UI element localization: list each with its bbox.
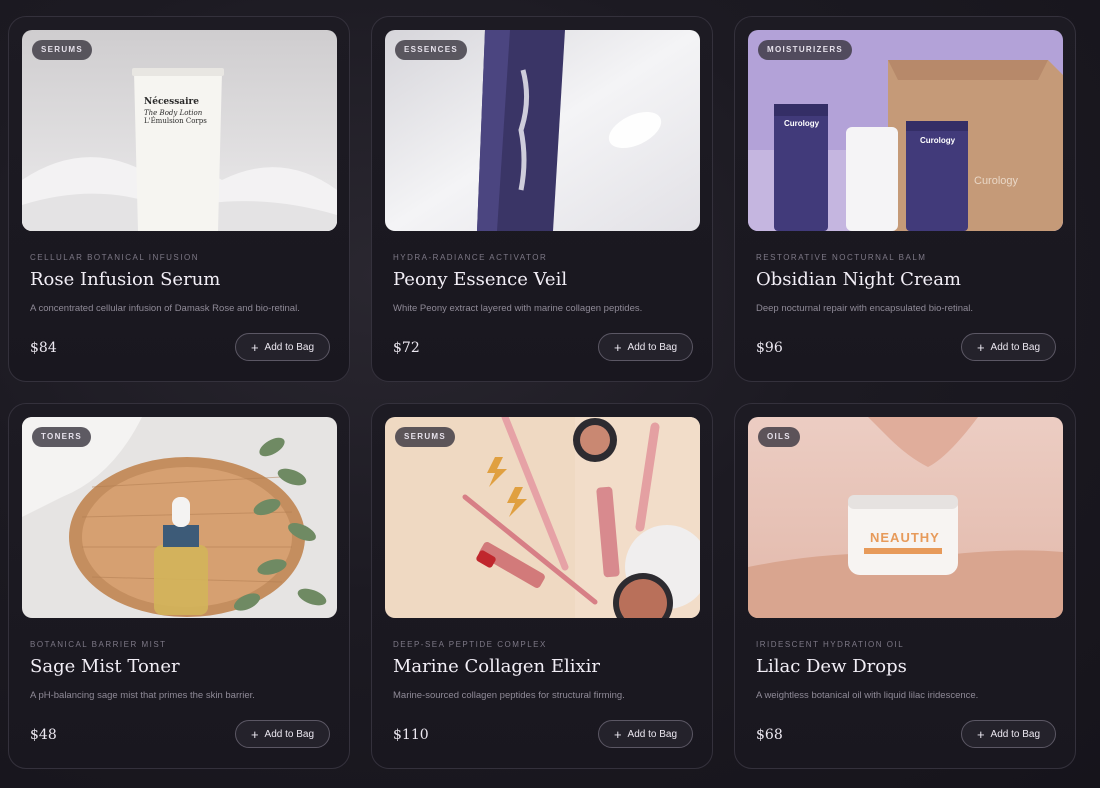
product-card: Nécessaire The Body Lotion L'Émulsion Co… — [8, 16, 350, 382]
svg-text:The Body Lotion: The Body Lotion — [144, 109, 203, 117]
product-title: Rose Infusion Serum — [30, 269, 221, 290]
product-description: Deep nocturnal repair with encapsulated … — [756, 303, 974, 314]
product-card: ESSENCES HYDRA-RADIANCE ACTIVATOR Peony … — [371, 16, 713, 382]
product-image: NEAUTHY OILS — [748, 417, 1063, 618]
add-to-bag-label: Add to Bag — [627, 728, 678, 740]
svg-text:Curology: Curology — [974, 175, 1019, 187]
category-badge: ESSENCES — [395, 40, 467, 60]
category-badge: SERUMS — [32, 40, 93, 60]
plus-icon: + — [613, 726, 622, 742]
product-card: Curology Curology Curology MOISTURIZERS … — [734, 16, 1076, 382]
product-image: ESSENCES — [385, 30, 700, 231]
product-kicker: CELLULAR BOTANICAL INFUSION — [30, 253, 199, 262]
add-to-bag-label: Add to Bag — [627, 341, 678, 353]
product-kicker: DEEP-SEA PEPTIDE COMPLEX — [393, 640, 547, 649]
add-to-bag-label: Add to Bag — [990, 341, 1041, 353]
product-image: Nécessaire The Body Lotion L'Émulsion Co… — [22, 30, 337, 231]
plus-icon: + — [976, 726, 985, 742]
product-kicker: HYDRA-RADIANCE ACTIVATOR — [393, 253, 548, 262]
product-description: Marine-sourced collagen peptides for str… — [393, 690, 625, 701]
svg-text:Curology: Curology — [784, 119, 820, 128]
add-to-bag-button[interactable]: + Add to Bag — [961, 720, 1056, 748]
product-kicker: BOTANICAL BARRIER MIST — [30, 640, 167, 649]
product-kicker: RESTORATIVE NOCTURNAL BALM — [756, 253, 927, 262]
add-to-bag-button[interactable]: + Add to Bag — [235, 720, 330, 748]
category-badge: OILS — [758, 427, 800, 447]
svg-text:Curology: Curology — [920, 136, 956, 145]
svg-text:Nécessaire: Nécessaire — [144, 96, 199, 107]
product-title: Lilac Dew Drops — [756, 656, 907, 677]
product-grid: Nécessaire The Body Lotion L'Émulsion Co… — [8, 16, 1076, 769]
product-title: Peony Essence Veil — [393, 269, 568, 290]
category-badge: TONERS — [32, 427, 91, 447]
product-price: $84 — [30, 340, 57, 356]
product-price: $48 — [30, 727, 57, 743]
product-card: TONERS BOTANICAL BARRIER MIST Sage Mist … — [8, 403, 350, 769]
product-price: $72 — [393, 340, 420, 356]
product-image: Curology Curology Curology MOISTURIZERS — [748, 30, 1063, 231]
product-image: SERUMS — [385, 417, 700, 618]
add-to-bag-label: Add to Bag — [264, 728, 315, 740]
add-to-bag-button[interactable]: + Add to Bag — [235, 333, 330, 361]
product-title: Obsidian Night Cream — [756, 269, 962, 290]
product-price: $110 — [393, 727, 429, 743]
product-image: TONERS — [22, 417, 337, 618]
product-title: Marine Collagen Elixir — [393, 656, 600, 677]
add-to-bag-label: Add to Bag — [264, 341, 315, 353]
product-card: NEAUTHY OILS IRIDESCENT HYDRATION OIL Li… — [734, 403, 1076, 769]
product-card: SERUMS DEEP-SEA PEPTIDE COMPLEX Marine C… — [371, 403, 713, 769]
product-price: $68 — [756, 727, 783, 743]
plus-icon: + — [613, 339, 622, 355]
svg-text:L'Émulsion Corps: L'Émulsion Corps — [144, 116, 207, 125]
product-title: Sage Mist Toner — [30, 656, 180, 677]
plus-icon: + — [976, 339, 985, 355]
category-badge: MOISTURIZERS — [758, 40, 853, 60]
add-to-bag-button[interactable]: + Add to Bag — [598, 333, 693, 361]
product-description: A concentrated cellular infusion of Dama… — [30, 303, 300, 314]
category-badge: SERUMS — [395, 427, 456, 447]
add-to-bag-button[interactable]: + Add to Bag — [961, 333, 1056, 361]
plus-icon: + — [250, 726, 259, 742]
svg-text:NEAUTHY: NEAUTHY — [870, 530, 940, 545]
product-price: $96 — [756, 340, 783, 356]
product-description: White Peony extract layered with marine … — [393, 303, 643, 314]
plus-icon: + — [250, 339, 259, 355]
add-to-bag-button[interactable]: + Add to Bag — [598, 720, 693, 748]
product-kicker: IRIDESCENT HYDRATION OIL — [756, 640, 905, 649]
product-description: A weightless botanical oil with liquid l… — [756, 690, 979, 701]
product-description: A pH-balancing sage mist that primes the… — [30, 690, 255, 701]
add-to-bag-label: Add to Bag — [990, 728, 1041, 740]
